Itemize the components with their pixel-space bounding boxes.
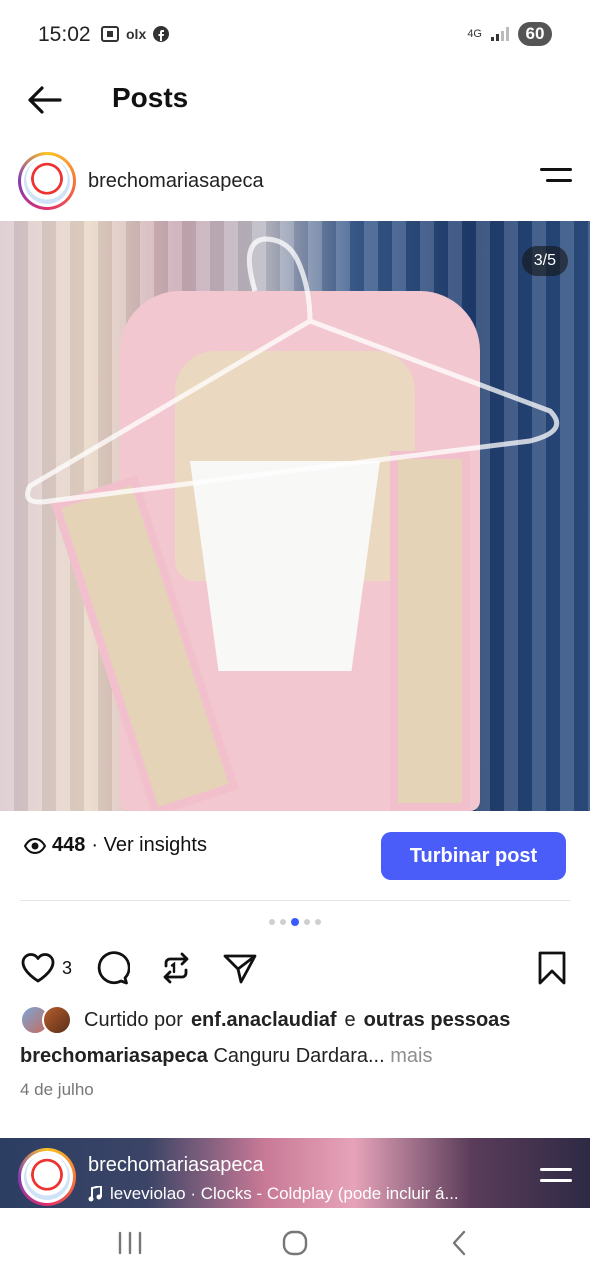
olx-icon: olx — [126, 26, 147, 42]
carousel-dot — [280, 919, 286, 925]
post-header: brechomariasapeca — [0, 148, 590, 214]
next-author-avatar[interactable] — [18, 1148, 76, 1206]
avatar-image — [24, 1154, 70, 1200]
liked-user[interactable]: enf.anaclaudiaf — [191, 1009, 337, 1032]
send-icon — [223, 954, 257, 984]
post-caption: brechomariasapeca Canguru Dardara... mai… — [20, 1045, 432, 1068]
liked-others[interactable]: outras pessoas — [364, 1009, 511, 1032]
status-time: 15:02 — [38, 23, 91, 46]
like-button[interactable] — [20, 950, 56, 986]
menu-line — [546, 179, 572, 182]
carousel-dot — [315, 919, 321, 925]
next-author-username[interactable]: brechomariasapeca — [88, 1154, 264, 1177]
carousel-dot — [269, 919, 275, 925]
boost-post-button[interactable]: Turbinar post — [381, 832, 566, 880]
status-bar: 15:02 olx 4G 60 — [0, 0, 590, 70]
caption-author[interactable]: brechomariasapeca — [20, 1045, 208, 1067]
insights-label: · Ver insights — [91, 834, 207, 856]
share-button[interactable] — [222, 950, 258, 986]
chevron-left-icon — [452, 1230, 466, 1256]
liked-prefix: Curtido por — [84, 1008, 183, 1031]
liker-avatars — [20, 1005, 76, 1035]
author-avatar[interactable] — [18, 152, 76, 210]
menu-line — [540, 1179, 572, 1182]
system-nav-bar — [0, 1208, 590, 1280]
bookmark-icon — [538, 951, 566, 985]
insights-link[interactable]: 448 · Ver insights — [24, 834, 207, 857]
hanger-icon — [25, 236, 560, 505]
caption-text: Canguru Dardara... — [213, 1045, 385, 1067]
liked-by[interactable]: Curtido por enf.anaclaudiaf e outras pes… — [20, 1005, 510, 1035]
comment-button[interactable] — [94, 950, 131, 986]
carousel-indicator — [0, 918, 590, 926]
back-button[interactable] — [22, 80, 66, 120]
divider — [20, 900, 570, 901]
view-count: 448 — [52, 834, 86, 856]
recent-apps-button[interactable] — [110, 1226, 150, 1260]
page-header: Posts — [0, 70, 590, 130]
like-count[interactable]: 3 — [62, 958, 72, 979]
author-username[interactable]: brechomariasapeca — [88, 170, 264, 193]
home-icon — [282, 1230, 308, 1256]
save-button[interactable] — [534, 950, 570, 986]
image-counter: 3/5 — [521, 246, 568, 276]
repost-button[interactable] — [158, 950, 194, 986]
next-post-options-button[interactable] — [540, 1168, 572, 1188]
post-options-button[interactable] — [540, 168, 572, 192]
status-right: 4G 60 — [467, 22, 552, 46]
comment-icon — [97, 951, 131, 985]
post-actions: 3 — [0, 946, 590, 990]
carousel-dot — [304, 919, 310, 925]
post-image[interactable] — [0, 221, 590, 811]
next-post-music[interactable]: leveviolao · Clocks - Coldplay (pode inc… — [88, 1184, 459, 1204]
signal-icon — [491, 27, 509, 41]
post-date: 4 de julho — [20, 1080, 94, 1099]
facebook-icon — [153, 26, 170, 42]
caption-more-link[interactable]: mais — [390, 1045, 432, 1067]
avatar-image — [24, 158, 70, 204]
music-label: leveviolao · Clocks - Coldplay (pode inc… — [110, 1184, 459, 1203]
page-title: Posts — [112, 82, 189, 113]
heart-icon — [21, 953, 55, 983]
screenshot-icon — [101, 26, 119, 42]
menu-line — [540, 168, 572, 171]
next-post-preview[interactable]: brechomariasapeca leveviolao · Clocks - … — [0, 1138, 590, 1208]
carousel-dot-active — [291, 918, 299, 926]
system-back-button[interactable] — [440, 1226, 480, 1260]
eye-icon — [24, 837, 46, 854]
repost-icon — [163, 952, 189, 984]
status-app-icons: olx — [100, 25, 170, 43]
recent-apps-icon — [118, 1231, 142, 1255]
menu-line — [540, 1168, 572, 1171]
network-indicator: 4G — [467, 28, 482, 40]
avatar — [42, 1005, 72, 1035]
battery-indicator: 60 — [518, 22, 552, 46]
liked-and: e — [344, 1008, 356, 1031]
arrow-left-icon — [28, 86, 62, 114]
music-note-icon — [88, 1186, 102, 1202]
home-button[interactable] — [275, 1226, 315, 1260]
